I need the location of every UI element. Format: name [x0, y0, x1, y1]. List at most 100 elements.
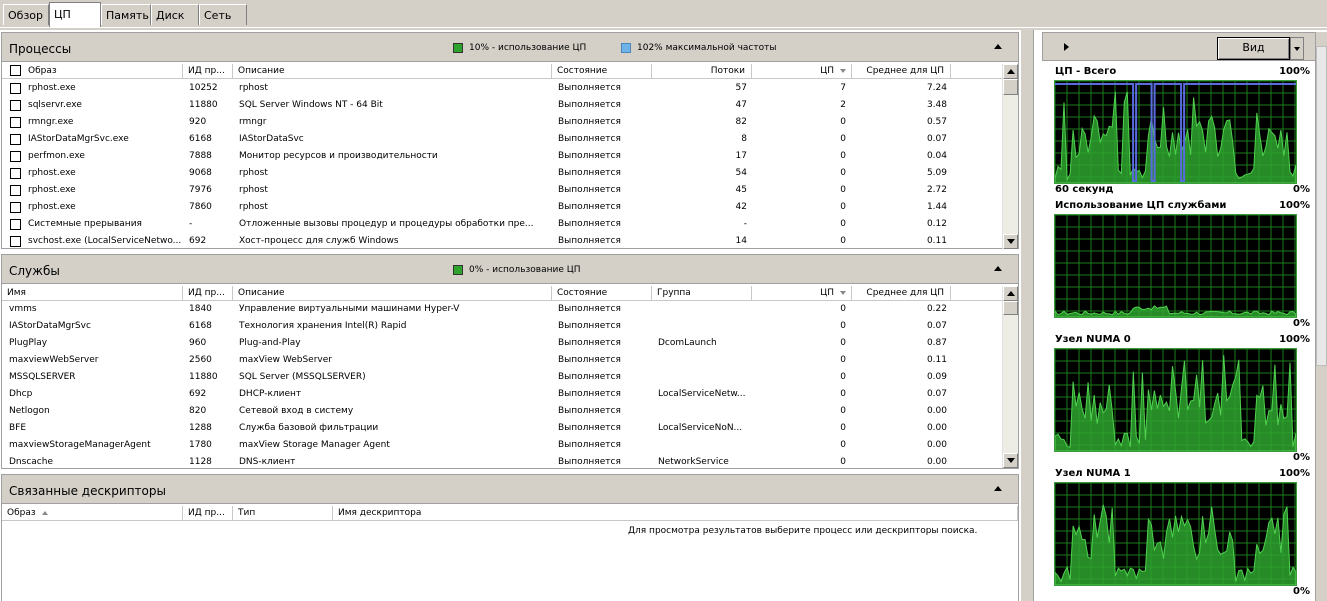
- cell-threads: 54: [735, 168, 747, 178]
- view-dropdown-button[interactable]: [1290, 37, 1304, 60]
- services-row[interactable]: MSSQLSERVER 11880 SQL Server (MSSQLSERVER)…: [2, 369, 1004, 386]
- processes-row[interactable]: rmngr.exe 920 rmngr Выполняется 82 0 0.57: [2, 114, 1004, 131]
- cell-threads: 14: [735, 236, 747, 246]
- services-row[interactable]: BFE 1288 Служба базовой фильтрации Выполняе…: [2, 420, 1004, 437]
- services-scrollbar[interactable]: [1002, 286, 1018, 468]
- col-status[interactable]: Состояние: [552, 286, 652, 301]
- processes-row[interactable]: sqlservr.exe 11880 SQL Server Windows NT -…: [2, 97, 1004, 114]
- cell-avg-cpu: 0.00: [926, 406, 947, 416]
- cell-status: Выполняется: [558, 372, 621, 382]
- cell-description: Управление виртуальными машинами Hyper-V: [239, 304, 460, 314]
- scroll-thumb[interactable]: [1003, 301, 1018, 315]
- view-button[interactable]: Вид: [1217, 37, 1290, 60]
- cell-name: BFE: [9, 423, 27, 433]
- graph-min-label: 0%: [1293, 452, 1310, 463]
- graph-time-label: 60 секунд: [1055, 184, 1114, 195]
- row-checkbox[interactable]: [10, 151, 21, 162]
- col-pid[interactable]: ИД пр...: [183, 286, 233, 301]
- row-checkbox[interactable]: [10, 202, 21, 213]
- col-group[interactable]: Группа: [652, 286, 752, 301]
- services-row[interactable]: Dhcp 692 DHCP-клиент Выполняется LocalServic…: [2, 386, 1004, 403]
- col-handle-name[interactable]: Имя дескриптора: [333, 506, 1018, 521]
- row-checkbox[interactable]: [10, 219, 21, 230]
- col-pid[interactable]: ИД пр...: [183, 506, 233, 521]
- col-cpu[interactable]: ЦП: [752, 286, 852, 301]
- select-all-checkbox[interactable]: [10, 65, 21, 76]
- cell-cpu: 0: [840, 372, 846, 382]
- col-threads[interactable]: Потоки: [652, 64, 752, 79]
- cell-status: Выполняется: [558, 219, 621, 229]
- cell-avg-cpu: 0.09: [926, 372, 947, 382]
- processes-row[interactable]: svchost.exe (LocalServiceNetwo... 692 Хост…: [2, 233, 1004, 249]
- services-row[interactable]: PlugPlay 960 Plug-and-Play Выполняется DcomL…: [2, 335, 1004, 352]
- services-row[interactable]: maxviewStorageManagerAgent 1780 maxView St…: [2, 437, 1004, 454]
- scroll-up-button[interactable]: [1003, 64, 1018, 79]
- tab-overview[interactable]: Обзор: [3, 4, 49, 25]
- cell-cpu: 2: [840, 100, 846, 110]
- services-row[interactable]: Netlogon 820 Сетевой вход в систему Выполня…: [2, 403, 1004, 420]
- processes-row[interactable]: Системные прерывания - Отложенные вызовы п…: [2, 216, 1004, 233]
- row-checkbox[interactable]: [10, 83, 21, 94]
- cell-pid: 6168: [189, 321, 212, 331]
- col-name[interactable]: Имя: [2, 286, 183, 301]
- handles-header[interactable]: Связанные дескрипторы: [2, 475, 1018, 504]
- row-checkbox[interactable]: [10, 236, 21, 247]
- col-cpu[interactable]: ЦП: [752, 64, 852, 79]
- row-checkbox[interactable]: [10, 117, 21, 128]
- col-type[interactable]: Тип: [233, 506, 333, 521]
- collapse-handles-icon[interactable]: [994, 486, 1002, 491]
- row-checkbox[interactable]: [10, 134, 21, 145]
- row-checkbox[interactable]: [10, 168, 21, 179]
- services-cpu-label: 0% - использование ЦП: [469, 265, 581, 275]
- cell-name: IAStorDataMgrSvc: [9, 321, 91, 331]
- services-column-headers: Имя ИД пр... Описание Состояние Группа Ц…: [2, 286, 1004, 301]
- scroll-down-button[interactable]: [1003, 234, 1018, 249]
- cell-cpu: 0: [840, 355, 846, 365]
- col-description[interactable]: Описание: [233, 286, 552, 301]
- services-row[interactable]: maxviewWebServer 2560 maxView WebServer Вып…: [2, 352, 1004, 369]
- cell-cpu: 7: [840, 83, 846, 93]
- col-image[interactable]: Образ: [2, 506, 183, 521]
- col-description[interactable]: Описание: [233, 64, 552, 79]
- cell-pid: -: [189, 219, 193, 229]
- cell-group: LocalServiceNetw...: [658, 389, 746, 399]
- tab-cpu[interactable]: ЦП: [49, 2, 101, 27]
- col-pid[interactable]: ИД пр...: [183, 64, 233, 79]
- col-avg-cpu[interactable]: Среднее для ЦП: [852, 64, 951, 79]
- services-header[interactable]: Службы 0% - использование ЦП: [2, 255, 1018, 284]
- cell-threads: 57: [735, 83, 747, 93]
- play-icon[interactable]: [1064, 43, 1069, 51]
- right-scrollbar[interactable]: [1315, 32, 1327, 601]
- scroll-up-button[interactable]: [1003, 286, 1018, 301]
- services-row[interactable]: IAStorDataMgrSvc 6168 Технология хранения …: [2, 318, 1004, 335]
- services-row[interactable]: vmms 1840 Управление виртуальными машинами…: [2, 301, 1004, 318]
- scroll-thumb[interactable]: [1003, 79, 1018, 95]
- collapse-processes-icon[interactable]: [994, 44, 1002, 49]
- collapse-services-icon[interactable]: [994, 266, 1002, 271]
- right-scroll-thumb[interactable]: [1316, 46, 1327, 366]
- col-avg-cpu[interactable]: Среднее для ЦП: [852, 286, 951, 301]
- processes-scrollbar[interactable]: [1002, 64, 1018, 249]
- scroll-down-button[interactable]: [1003, 453, 1018, 468]
- processes-row[interactable]: rphost.exe 7976 rphost Выполняется 45 0 2.72: [2, 182, 1004, 199]
- tab-memory[interactable]: Память: [101, 4, 151, 25]
- tab-disk[interactable]: Диск: [151, 4, 199, 25]
- col-status[interactable]: Состояние: [552, 64, 652, 79]
- tab-network[interactable]: Сеть: [199, 4, 247, 25]
- row-checkbox[interactable]: [10, 100, 21, 111]
- cell-description: SQL Server (MSSQLSERVER): [239, 372, 366, 382]
- processes-row[interactable]: rphost.exe 9068 rphost Выполняется 54 0 5.09: [2, 165, 1004, 182]
- cell-pid: 1288: [189, 423, 212, 433]
- processes-row[interactable]: rphost.exe 10252 rphost Выполняется 57 7 7.24: [2, 80, 1004, 97]
- processes-header[interactable]: Процессы 10% - использование ЦП 102% мак…: [2, 33, 1018, 62]
- processes-row[interactable]: IAStorDataMgrSvc.exe 6168 IAStorDataSvc Вып…: [2, 131, 1004, 148]
- services-row[interactable]: Dnscache 1128 DNS-клиент Выполняется Network…: [2, 454, 1004, 467]
- cell-pid: 7888: [189, 151, 212, 161]
- processes-row[interactable]: rphost.exe 7860 rphost Выполняется 42 0 1.44: [2, 199, 1004, 216]
- graph-max-label: 100%: [1279, 468, 1310, 479]
- cell-cpu: 0: [840, 440, 846, 450]
- processes-row[interactable]: perfmon.exe 7888 Монитор ресурсов и произв…: [2, 148, 1004, 165]
- row-checkbox[interactable]: [10, 185, 21, 196]
- green-swatch-icon: [453, 43, 463, 53]
- col-image[interactable]: Образ: [2, 64, 183, 79]
